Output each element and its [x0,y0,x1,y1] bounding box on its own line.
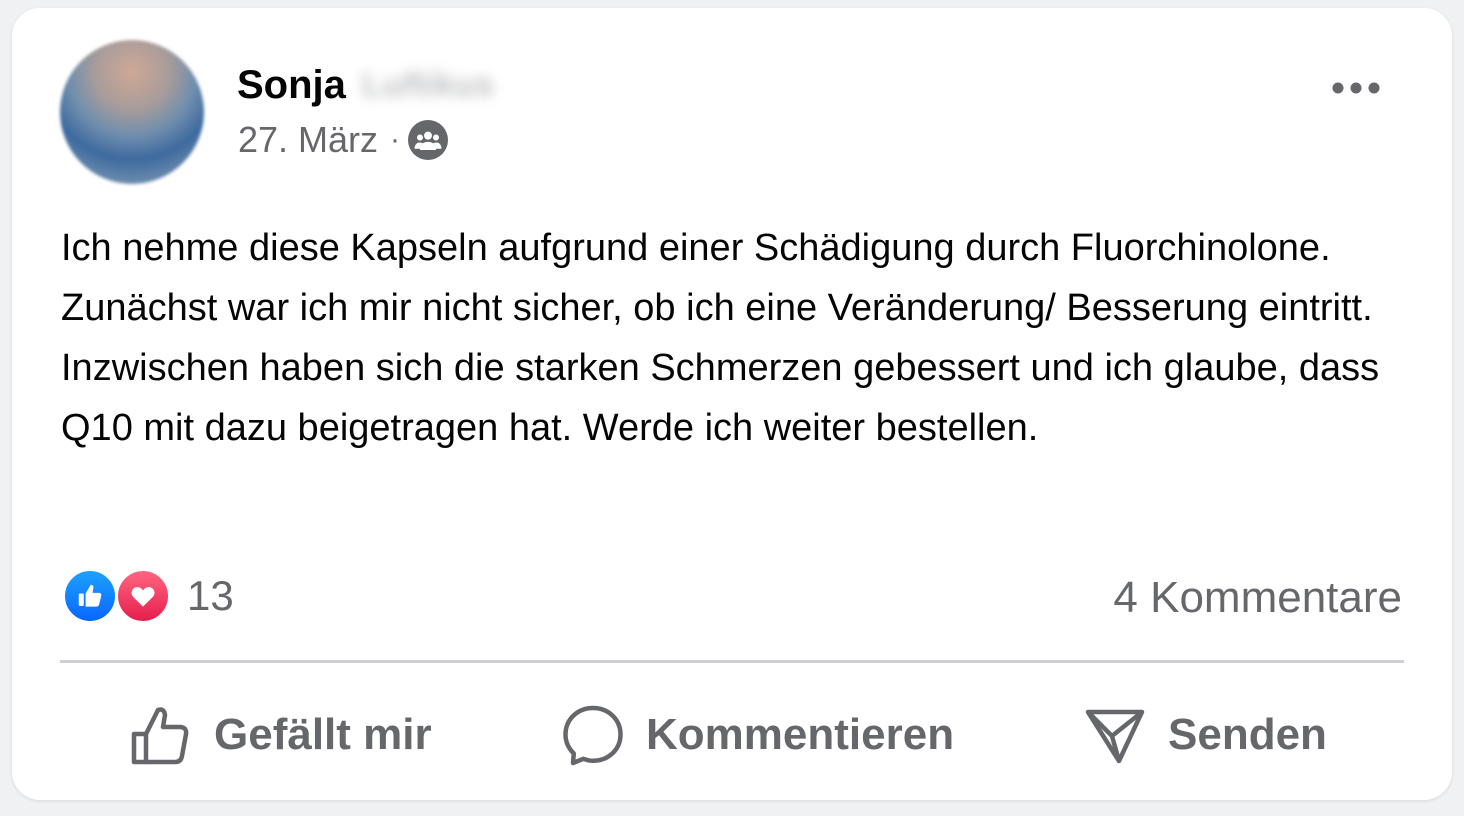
send-icon [1085,709,1145,764]
more-options-button[interactable] [1322,68,1390,108]
more-options-icon [1332,82,1380,94]
comment-bubble-icon [563,705,623,766]
reactions-summary[interactable]: 13 [62,566,234,626]
thumbs-up-icon [131,707,189,765]
like-button[interactable]: Gefällt mir [130,700,432,770]
author-last-name-blurred[interactable]: Luftikus [362,66,494,105]
avatar[interactable] [60,40,204,184]
group-icon[interactable] [408,120,449,160]
comments-count-link[interactable]: 4 Kommentare [1113,573,1402,623]
comment-button-label: Kommentieren [646,710,955,759]
meta-separator: · [390,123,401,156]
divider [60,660,1404,663]
post-card: Sonja Luftikus 27. März · Ich nehme dies… [12,8,1452,800]
author-name[interactable]: Sonja [237,63,346,108]
post-meta: 27. März · [238,118,449,162]
reaction-count: 13 [187,572,234,619]
like-reaction-icon [62,568,118,624]
post-text: Ich nehme diese Kapseln aufgrund einer S… [61,227,1380,449]
share-button[interactable]: Senden [1084,700,1327,770]
comment-button[interactable]: Kommentieren [562,700,954,770]
like-button-label: Gefällt mir [214,710,432,759]
love-reaction-icon [115,568,171,624]
share-button-label: Senden [1168,710,1327,759]
author-name-row: Sonja Luftikus [237,60,494,110]
post-date[interactable]: 27. März [238,119,378,161]
